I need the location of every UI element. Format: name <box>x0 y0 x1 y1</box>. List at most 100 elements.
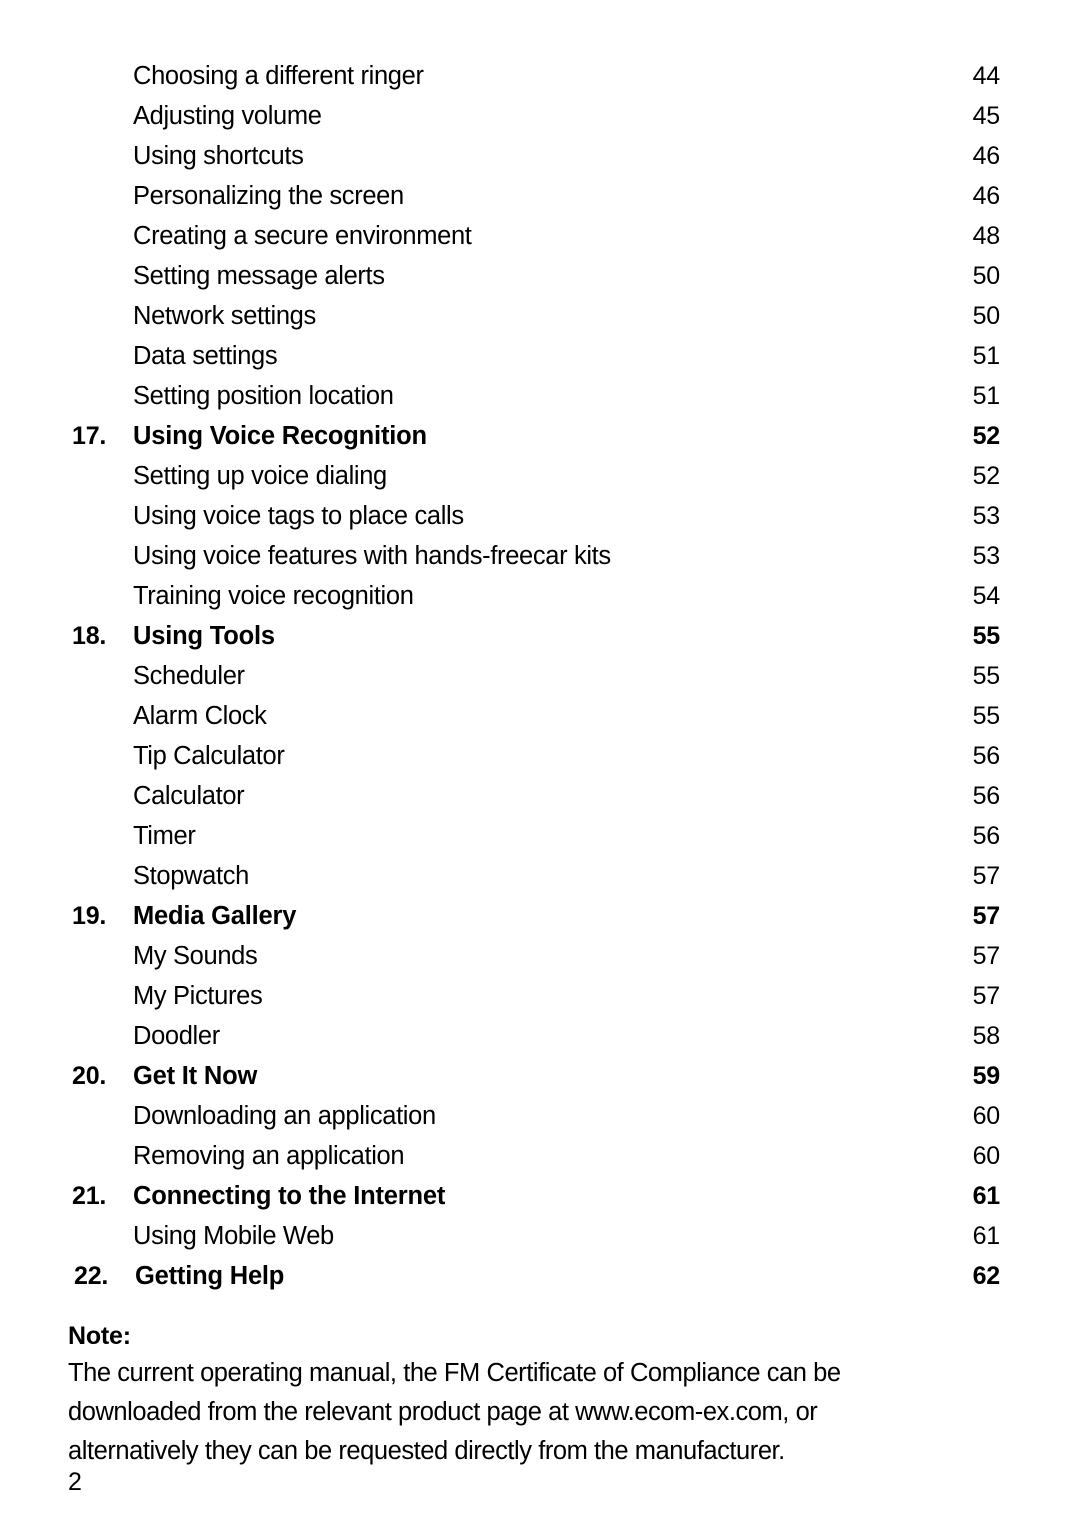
toc-entry-number: 17. <box>72 422 107 450</box>
toc-entry-row[interactable]: Personalizing the screen 46 <box>0 182 1080 222</box>
toc-entry-row[interactable]: Calculator 56 <box>0 782 1080 822</box>
page-number: 2 <box>68 1468 82 1496</box>
toc-entry-title: Getting Help <box>135 1262 285 1290</box>
toc-entry-row[interactable]: Training voice recognition 54 <box>0 582 1080 622</box>
toc-entry-page: 55 <box>972 622 1001 650</box>
toc-entry-page: 52 <box>972 422 1001 450</box>
toc-entry-page: 48 <box>972 222 1001 250</box>
toc-entry-page: 57 <box>972 942 1001 970</box>
toc-entry-row[interactable]: Timer 56 <box>0 822 1080 862</box>
toc-entry-page: 55 <box>972 702 1001 730</box>
toc-section-row[interactable]: 20. Get It Now 59 <box>0 1062 1080 1102</box>
toc-entry-title: Removing an application <box>133 1142 405 1170</box>
toc-entry-row[interactable]: Doodler 58 <box>0 1022 1080 1062</box>
toc-entry-title: Choosing a different ringer <box>133 62 424 90</box>
toc-entry-title: Downloading an application <box>133 1102 436 1130</box>
toc-entry-page: 53 <box>972 502 1001 530</box>
toc-entry-title: Scheduler <box>133 662 245 690</box>
toc-entry-number: 19. <box>72 902 107 930</box>
toc-section-row[interactable]: 19. Media Gallery 57 <box>0 902 1080 942</box>
toc-entry-page: 56 <box>972 782 1001 810</box>
toc-entry-title: My Pictures <box>133 982 263 1010</box>
toc-entry-row[interactable]: Adjusting volume 45 <box>0 102 1080 142</box>
toc-entry-page: 50 <box>972 262 1001 290</box>
toc-entry-page: 50 <box>972 302 1001 330</box>
toc-entry-title: Training voice recognition <box>133 582 414 610</box>
toc-entry-page: 57 <box>972 982 1001 1010</box>
toc-entry-page: 46 <box>972 142 1001 170</box>
toc-entry-title: My Sounds <box>133 942 258 970</box>
toc-entry-row[interactable]: My Sounds 57 <box>0 942 1080 982</box>
toc-entry-row[interactable]: Stopwatch 57 <box>0 862 1080 902</box>
toc-entry-title: Using Voice Recognition <box>133 422 427 450</box>
toc-entry-title: Stopwatch <box>133 862 249 890</box>
toc-entry-number: 20. <box>72 1062 107 1090</box>
toc-entry-title: Tip Calculator <box>133 742 285 770</box>
toc-entry-row[interactable]: Setting position location 51 <box>0 382 1080 422</box>
toc-entry-title: Media Gallery <box>133 902 297 930</box>
toc-entry-title: Data settings <box>133 342 278 370</box>
toc-entry-page: 54 <box>972 582 1001 610</box>
toc-entry-row[interactable]: Setting up voice dialing 52 <box>0 462 1080 502</box>
toc-entry-title: Timer <box>133 822 196 850</box>
toc-entry-title: Creating a secure environment <box>133 222 472 250</box>
toc-entry-title: Using shortcuts <box>133 142 304 170</box>
toc-entry-number: 21. <box>72 1182 107 1210</box>
toc-entry-page: 51 <box>972 382 1001 410</box>
toc-entry-row[interactable]: Using shortcuts 46 <box>0 142 1080 182</box>
toc-entry-row[interactable]: Removing an application 60 <box>0 1142 1080 1182</box>
toc-entry-row[interactable]: Tip Calculator 56 <box>0 742 1080 782</box>
toc-entry-row[interactable]: Creating a secure environment 48 <box>0 222 1080 262</box>
toc-entry-title: Using voice features with hands-freecar … <box>133 542 611 570</box>
toc-entry-title: Doodler <box>133 1022 220 1050</box>
toc-entry-title: Setting message alerts <box>133 262 385 290</box>
note-label: Note: <box>68 1322 131 1350</box>
table-of-contents: Choosing a different ringer 44 Adjusting v… <box>0 62 1080 1302</box>
toc-entry-row[interactable]: My Pictures 57 <box>0 982 1080 1022</box>
toc-entry-page: 57 <box>972 862 1001 890</box>
toc-entry-title: Using Tools <box>133 622 275 650</box>
toc-entry-row[interactable]: Downloading an application 60 <box>0 1102 1080 1142</box>
toc-section-row[interactable]: 18. Using Tools 55 <box>0 622 1080 662</box>
toc-entry-page: 53 <box>972 542 1001 570</box>
toc-entry-title: Setting up voice dialing <box>133 462 387 490</box>
toc-entry-page: 60 <box>972 1142 1001 1170</box>
toc-entry-row[interactable]: Setting message alerts 50 <box>0 262 1080 302</box>
toc-entry-row[interactable]: Data settings 51 <box>0 342 1080 382</box>
toc-entry-row[interactable]: Alarm Clock 55 <box>0 702 1080 742</box>
toc-entry-title: Network settings <box>133 302 316 330</box>
toc-entry-page: 58 <box>972 1022 1001 1050</box>
toc-entry-row[interactable]: Choosing a different ringer 44 <box>0 62 1080 102</box>
toc-entry-page: 52 <box>972 462 1001 490</box>
toc-entry-title: Personalizing the screen <box>133 182 404 210</box>
note-block: Note: The current operating manual, the … <box>68 1318 988 1471</box>
toc-entry-page: 61 <box>972 1222 1001 1250</box>
toc-entry-page: 55 <box>972 662 1001 690</box>
toc-entry-row[interactable]: Network settings 50 <box>0 302 1080 342</box>
toc-entry-row[interactable]: Using voice tags to place calls 53 <box>0 502 1080 542</box>
note-line: alternatively they can be requested dire… <box>68 1437 785 1465</box>
toc-entry-page: 56 <box>972 742 1001 770</box>
toc-entry-page: 60 <box>972 1102 1001 1130</box>
toc-entry-title: Calculator <box>133 782 245 810</box>
toc-entry-page: 61 <box>972 1182 1001 1210</box>
toc-entry-title: Get It Now <box>133 1062 258 1090</box>
toc-entry-page: 62 <box>972 1262 1001 1290</box>
toc-entry-page: 56 <box>972 822 1001 850</box>
toc-section-row[interactable]: 21. Connecting to the Internet 61 <box>0 1182 1080 1222</box>
toc-entry-title: Setting position location <box>133 382 394 410</box>
toc-entry-page: 51 <box>972 342 1001 370</box>
note-line: The current operating manual, the FM Cer… <box>68 1359 841 1387</box>
toc-entry-page: 45 <box>972 102 1001 130</box>
note-line: downloaded from the relevant product pag… <box>68 1398 818 1426</box>
toc-entry-page: 57 <box>972 902 1001 930</box>
toc-entry-number: 18. <box>72 622 107 650</box>
toc-entry-title: Using voice tags to place calls <box>133 502 464 530</box>
toc-entry-row[interactable]: Scheduler 55 <box>0 662 1080 702</box>
toc-section-row[interactable]: 17. Using Voice Recognition 52 <box>0 422 1080 462</box>
toc-section-row[interactable]: 22. Getting Help 62 <box>0 1262 1080 1302</box>
toc-entry-title: Using Mobile Web <box>133 1222 334 1250</box>
toc-entry-page: 44 <box>972 62 1001 90</box>
toc-entry-row[interactable]: Using voice features with hands-freecar … <box>0 542 1080 582</box>
toc-entry-row[interactable]: Using Mobile Web 61 <box>0 1222 1080 1262</box>
